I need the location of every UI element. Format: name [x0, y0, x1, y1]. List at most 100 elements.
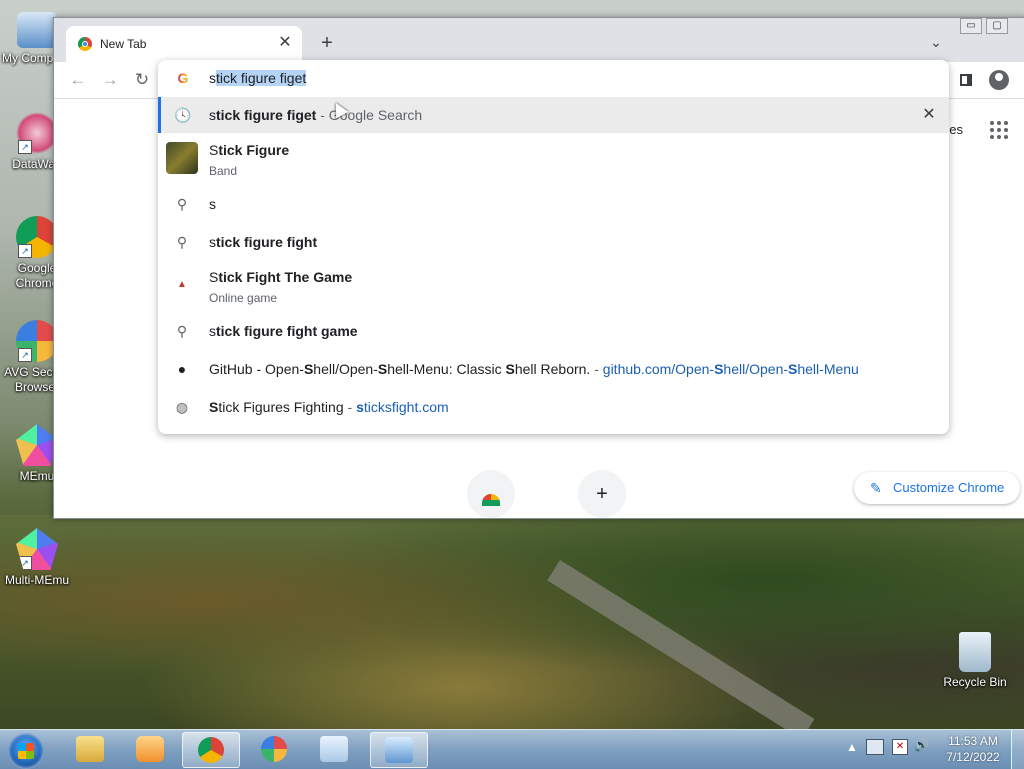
suggestion-row[interactable]: ⚲ stick figure fight	[158, 223, 949, 261]
url-part: s	[356, 399, 364, 415]
google-g-icon: G	[175, 70, 191, 86]
taskbar-explorer[interactable]	[62, 732, 118, 766]
suggestion-row[interactable]: ◍ Stick Figures Fighting - sticksfight.c…	[158, 388, 949, 426]
remove-suggestion-icon[interactable]: ✕	[921, 107, 937, 123]
add-shortcut-button[interactable]: +	[578, 470, 626, 518]
omnibox-typed-text: s	[209, 70, 216, 86]
omnibox-input[interactable]: G stick figure figet	[158, 60, 949, 96]
desktop-icon-label: Multi-MEmu	[4, 573, 69, 587]
suggestion-prefix: S	[209, 269, 219, 285]
text-part: hell Reborn.	[514, 361, 591, 377]
url-part: hell-Menu	[797, 361, 859, 377]
reload-button[interactable]: ↻	[132, 70, 152, 90]
shortcut-chrome-web-store[interactable]	[467, 470, 515, 518]
suggestion-bold: tick figure figet	[216, 107, 317, 123]
text-part: S	[505, 361, 515, 377]
new-tab-button[interactable]: +	[316, 32, 338, 54]
suggestion-prefix: s	[209, 323, 216, 339]
tab-search-button[interactable]: ⌄	[926, 34, 946, 54]
pencil-icon: ✎	[870, 480, 882, 496]
control-panel-icon	[385, 737, 413, 763]
profile-avatar-icon[interactable]	[989, 70, 1009, 90]
suggestion-subtitle: Online game	[209, 291, 278, 305]
taskbar-avg-browser[interactable]	[246, 732, 302, 766]
omnibox-text[interactable]: stick figure figet	[209, 70, 307, 86]
stick-fight-icon: ▲	[177, 279, 187, 290]
suggestion-row[interactable]: ● GitHub - Open-Shell/Open-Shell-Menu: C…	[158, 350, 949, 388]
text-part: hell-Menu: Classic	[387, 361, 506, 377]
datawag-icon: ↗	[16, 112, 58, 154]
desktop-icon-recycle-bin[interactable]: Recycle Bin	[938, 632, 1012, 690]
suggestion-bold: tick Figure	[218, 142, 290, 158]
suggestion-prefix: S	[209, 142, 219, 158]
url-part: hell/Open-	[723, 361, 789, 377]
media-player-icon	[136, 736, 164, 762]
suggestion-text: stick figure figet - Google Search	[209, 107, 422, 123]
maximize-button[interactable]: ▢	[986, 18, 1008, 34]
text-part: hell/Open-	[313, 361, 378, 377]
text-part: S	[303, 361, 314, 377]
recycle-bin-icon	[959, 632, 991, 672]
system-clock[interactable]: 11:53 AM 7/12/2022	[943, 733, 1003, 765]
omnibox-dropdown: G stick figure figet 🕓 stick figure fige…	[158, 60, 949, 434]
suggestion-row[interactable]: ▲ Stick Fight The Game Online game	[158, 261, 949, 311]
taskbar-notepad[interactable]	[306, 732, 362, 766]
globe-icon: ◍	[175, 399, 189, 415]
tab-close-icon[interactable]: ✕	[276, 34, 294, 52]
chrome-icon	[198, 737, 224, 763]
desktop-wallpaper	[0, 515, 1024, 730]
text-part: S	[377, 361, 388, 377]
show-desktop-button[interactable]	[1011, 730, 1024, 769]
text-part: GitHub - Open-	[209, 361, 304, 377]
customize-chrome-button[interactable]: ✎ Customize Chrome	[854, 472, 1020, 504]
avg-browser-icon	[261, 736, 287, 762]
folder-icon	[76, 736, 104, 762]
suggestion-prefix: s	[209, 234, 216, 250]
band-thumbnail	[166, 142, 198, 174]
separator: -	[343, 399, 357, 415]
chrome-icon	[482, 494, 500, 506]
clock-time: 11:53 AM	[948, 734, 998, 748]
suggestion-row[interactable]: ⚲ stick figure fight game	[158, 312, 949, 350]
suggestion-text: GitHub - Open-Shell/Open-Shell-Menu: Cla…	[209, 361, 859, 377]
suggestion-url: sticksfight.com	[356, 399, 449, 415]
suggestion-text: Stick Fight The Game	[209, 269, 352, 285]
url-part: S	[788, 361, 798, 377]
taskbar-control-panel[interactable]	[370, 732, 428, 768]
volume-icon[interactable]: 🔊	[914, 738, 929, 752]
suggestion-subtitle: Band	[209, 164, 238, 178]
side-panel-icon[interactable]	[956, 70, 976, 90]
back-button[interactable]: ←	[68, 70, 88, 90]
computer-icon	[17, 12, 57, 48]
url-part: github.com/Open-	[602, 361, 715, 377]
taskbar-chrome[interactable]	[182, 732, 240, 768]
start-button[interactable]	[8, 733, 44, 769]
separator: -	[590, 361, 603, 377]
suggestion-text: s	[209, 196, 216, 212]
github-icon: ●	[177, 361, 187, 377]
desktop-icon-label: Recycle Bin	[943, 675, 1007, 689]
forward-button[interactable]: →	[100, 70, 120, 90]
minimize-button[interactable]: ▭	[960, 18, 982, 34]
show-hidden-icons-button[interactable]: ▲	[846, 740, 858, 754]
multi-memu-icon: ↗	[16, 528, 58, 570]
tab-new-tab[interactable]: New Tab ✕	[66, 26, 302, 62]
suggestion-text: Stick Figures Fighting - sticksfight.com	[209, 399, 449, 415]
chrome-favicon-icon	[78, 37, 92, 51]
desktop-icon-multi-memu[interactable]: ↗ Multi-MEmu	[0, 528, 74, 588]
search-icon: ⚲	[176, 323, 188, 339]
action-center-flag-icon[interactable]: ✕	[892, 739, 908, 755]
suggestion-text: stick figure fight	[209, 234, 317, 250]
suggestion-row[interactable]: 🕓 stick figure figet - Google Search ✕	[158, 97, 949, 133]
suggestion-bold: tick figure fight game	[216, 323, 358, 339]
google-apps-icon[interactable]	[990, 121, 1008, 139]
taskbar-media-player[interactable]	[122, 732, 178, 766]
chrome-icon: ↗	[16, 216, 58, 258]
text-part: S	[209, 399, 219, 415]
network-icon[interactable]	[866, 739, 884, 755]
history-icon: 🕓	[174, 107, 192, 123]
tab-strip: New Tab ✕ + ⌄ ▭ ▢	[54, 18, 1024, 62]
suggestion-row[interactable]: Stick Figure Band	[158, 133, 949, 183]
clock-date: 7/12/2022	[946, 750, 1000, 764]
suggestion-row[interactable]: ⚲ s	[158, 185, 949, 223]
